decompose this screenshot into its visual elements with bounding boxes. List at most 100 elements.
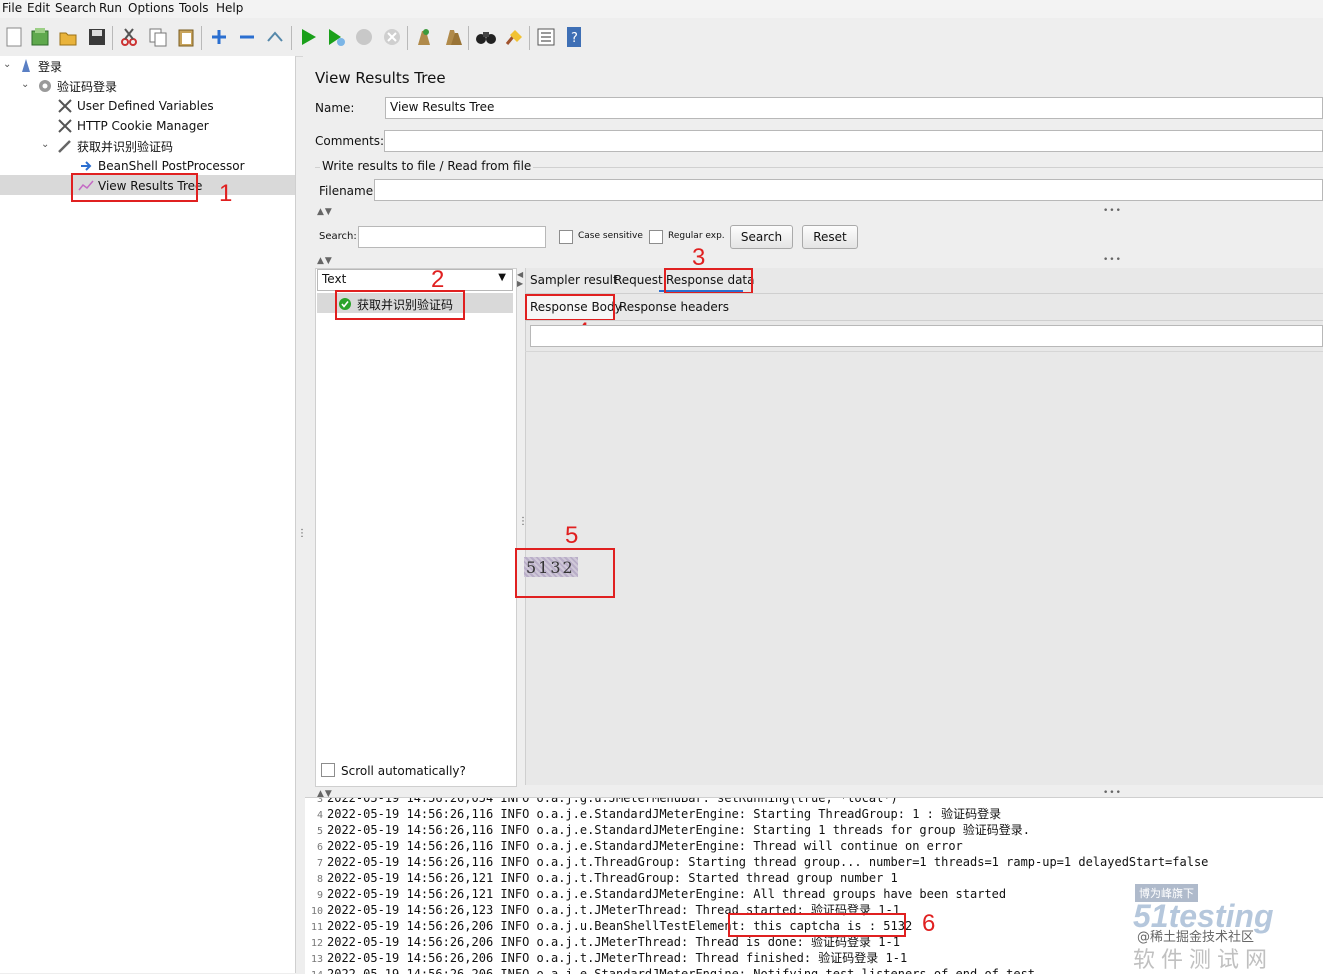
comments-input[interactable] — [384, 130, 1323, 152]
menu-search[interactable]: Search — [55, 1, 96, 15]
toolbar: ? — [0, 18, 1323, 57]
case-sensitive-label: Case sensitive — [578, 231, 643, 241]
collapse-arrows-icon[interactable]: ◀ ▶ — [517, 270, 524, 288]
collapse-icon[interactable] — [236, 26, 258, 48]
response-divider — [525, 351, 1323, 352]
write-results-title: Write results to file / Read from file — [320, 159, 534, 173]
annotation-box-3 — [664, 268, 753, 294]
reset-button[interactable]: Reset — [802, 225, 858, 249]
log-line-text: 2022-05-19 14:56:26,116 INFO o.a.j.e.Sta… — [327, 807, 1002, 821]
wrench-icon — [57, 118, 73, 134]
filename-label: Filename — [319, 184, 374, 198]
annotation-box-4 — [525, 294, 615, 321]
annotation-number-5: 5 — [565, 522, 579, 549]
menu-edit[interactable]: Edit — [27, 1, 50, 15]
log-line-text: 2022-05-19 14:56:26,121 INFO o.a.j.t.Thr… — [327, 871, 898, 885]
toggle-icon[interactable] — [264, 26, 286, 48]
log-viewer[interactable]: 3 2022-05-19 14:56:26,054 INFO o.a.j.g.u.… — [305, 797, 1323, 974]
copy-icon[interactable] — [147, 26, 169, 48]
case-sensitive-checkbox[interactable] — [559, 230, 573, 244]
open-icon[interactable] — [57, 26, 79, 48]
search-button[interactable]: Search — [730, 225, 793, 249]
tree-node-http-sampler[interactable]: 获取并识别验证码 — [57, 136, 173, 156]
tab-divider — [525, 293, 1323, 294]
function-helper-icon[interactable] — [535, 26, 557, 48]
tree-node-cookie-manager[interactable]: HTTP Cookie Manager — [57, 116, 209, 136]
log-line: 5 2022-05-19 14:56:26,116 INFO o.a.j.e.St… — [305, 822, 1030, 838]
page-title: View Results Tree — [315, 69, 446, 87]
cut-icon[interactable] — [118, 26, 140, 48]
dropdown-arrow-icon: ▼ — [498, 272, 506, 283]
annotation-box-6 — [728, 913, 906, 937]
comments-label: Comments: — [315, 134, 385, 148]
log-line-text: 2022-05-19 14:56:26,054 INFO o.a.j.g.u.J… — [327, 797, 898, 805]
scroll-auto-checkbox[interactable] — [321, 763, 335, 777]
search-icon[interactable] — [475, 26, 497, 48]
help-icon[interactable]: ? — [563, 26, 585, 48]
regex-checkbox[interactable] — [649, 230, 663, 244]
annotation-number-1: 1 — [219, 180, 233, 207]
collapse-arrows-icon[interactable]: ▲▼ — [317, 207, 333, 217]
log-line: 8 2022-05-19 14:56:26,121 INFO o.a.j.t.Th… — [305, 870, 898, 886]
log-line: 9 2022-05-19 14:56:26,121 INFO o.a.j.e.St… — [305, 886, 1006, 902]
annotation-number-6: 6 — [922, 910, 936, 937]
menu-options[interactable]: Options — [128, 1, 174, 15]
log-line: 3 2022-05-19 14:56:26,054 INFO o.a.j.g.u.… — [305, 797, 898, 806]
scroll-auto-label: Scroll automatically? — [341, 764, 466, 778]
reset-search-icon[interactable] — [503, 26, 525, 48]
log-line: 7 2022-05-19 14:56:26,116 INFO o.a.j.t.Th… — [305, 854, 1208, 870]
renderer-select[interactable]: Text ▼ — [317, 269, 513, 291]
gear-icon — [37, 78, 53, 94]
tree-node-user-defined-variables[interactable]: User Defined Variables — [57, 96, 214, 116]
log-line-text: 2022-05-19 14:56:26,206 INFO o.a.j.t.JMe… — [327, 935, 900, 949]
annotation-box-5 — [515, 548, 615, 598]
log-line-text: 2022-05-19 14:56:26,116 INFO o.a.j.t.Thr… — [327, 855, 1209, 869]
start-no-pauses-icon[interactable] — [325, 26, 347, 48]
splitter-grip[interactable]: ••• — [1103, 206, 1122, 216]
start-icon[interactable] — [297, 26, 319, 48]
subtab-response-headers[interactable]: Response headers — [619, 300, 729, 314]
save-icon[interactable] — [86, 26, 108, 48]
name-label: Name: — [315, 101, 355, 115]
response-search-input[interactable] — [530, 325, 1323, 347]
shutdown-icon[interactable] — [381, 26, 403, 48]
log-line: 6 2022-05-19 14:56:26,116 INFO o.a.j.e.St… — [305, 838, 963, 854]
menu-run[interactable]: Run — [99, 1, 122, 15]
log-line-text: 2022-05-19 14:56:26,116 INFO o.a.j.e.Sta… — [327, 839, 963, 853]
splitter-handle[interactable]: ⋮ — [297, 528, 307, 539]
log-line-text: 2022-05-19 14:56:26,121 INFO o.a.j.e.Sta… — [327, 887, 1007, 901]
filename-input[interactable] — [374, 179, 1323, 201]
stop-icon[interactable] — [353, 26, 375, 48]
regex-label: Regular exp. — [668, 231, 725, 241]
log-line-text: 2022-05-19 14:56:26,116 INFO o.a.j.e.Sta… — [327, 823, 1030, 837]
splitter-grip[interactable]: ••• — [1103, 255, 1122, 265]
clear-all-icon[interactable] — [442, 26, 464, 48]
expand-icon[interactable] — [208, 26, 230, 48]
new-icon[interactable] — [3, 26, 25, 48]
collapse-arrows-icon[interactable]: ▲▼ — [317, 256, 333, 266]
subtab-divider — [525, 320, 1323, 321]
name-input[interactable]: View Results Tree — [385, 97, 1323, 119]
tree-node-thread-group[interactable]: 验证码登录 — [37, 76, 117, 96]
log-line: 13 2022-05-19 14:56:26,206 INFO o.a.j.t.J… — [305, 950, 907, 966]
chevron-down-icon[interactable]: ⌄ — [41, 139, 49, 150]
chevron-down-icon[interactable]: ⌄ — [21, 79, 29, 90]
search-label: Search: — [319, 231, 357, 242]
svg-text:?: ? — [571, 31, 578, 46]
tab-sampler-result[interactable]: Sampler result — [530, 273, 618, 287]
templates-icon[interactable] — [29, 26, 51, 48]
clear-icon[interactable] — [413, 26, 435, 48]
log-line-number: 14 — [305, 968, 323, 974]
watermark-cn: 软件测试网 — [1133, 948, 1274, 973]
tab-request[interactable]: Request — [614, 273, 663, 287]
annotation-box-1 — [71, 173, 198, 202]
tree-node-test-plan[interactable]: 登录 — [18, 56, 62, 76]
pipette-icon — [57, 138, 73, 154]
menu-help[interactable]: Help — [216, 1, 243, 15]
chevron-down-icon[interactable]: ⌄ — [3, 59, 11, 70]
paste-icon[interactable] — [175, 26, 197, 48]
search-input[interactable] — [358, 226, 546, 248]
menu-file[interactable]: File — [2, 1, 22, 15]
menu-tools[interactable]: Tools — [179, 1, 209, 15]
wrench-icon — [57, 98, 73, 114]
